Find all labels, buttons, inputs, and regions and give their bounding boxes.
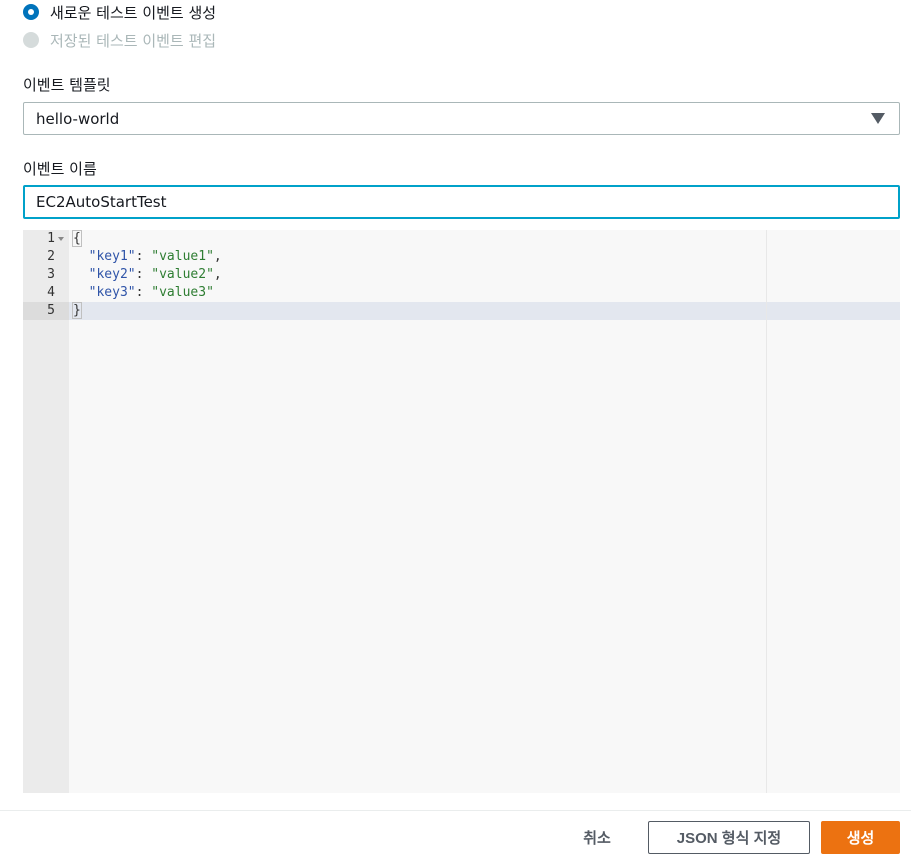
cancel-button[interactable]: 취소	[568, 821, 626, 854]
format-json-button[interactable]: JSON 형식 지정	[648, 821, 810, 854]
test-event-dialog: 새로운 테스트 이벤트 생성 저장된 테스트 이벤트 편집 이벤트 템플릿 he…	[0, 0, 911, 858]
event-name-value: EC2AutoStartTest	[36, 193, 167, 211]
radio-edit-saved-event[interactable]: 저장된 테스트 이벤트 편집	[23, 28, 216, 52]
radio-create-new-event-label: 새로운 테스트 이벤트 생성	[50, 3, 217, 22]
line-number: 3	[47, 267, 55, 282]
json-value: "value1"	[151, 249, 214, 264]
json-comma: ,	[213, 249, 222, 264]
code-line: {	[72, 230, 82, 248]
json-key: "key1"	[88, 249, 136, 264]
code-line: "key2": "value2",	[73, 266, 222, 284]
line-number: 1	[47, 231, 55, 246]
print-margin	[766, 230, 767, 793]
code-line: "key1": "value1",	[73, 248, 222, 266]
json-key: "key2"	[88, 267, 136, 282]
event-template-value: hello-world	[36, 109, 120, 128]
json-separator: :	[135, 267, 152, 282]
event-name-input[interactable]: EC2AutoStartTest	[23, 185, 900, 219]
close-brace: }	[72, 302, 82, 319]
line-number: 2	[47, 249, 55, 264]
json-value: "value2"	[151, 267, 214, 282]
create-button[interactable]: 생성	[821, 821, 900, 854]
event-template-label: 이벤트 템플릿	[23, 76, 111, 94]
fold-toggle-icon[interactable]	[58, 237, 64, 241]
json-code-editor[interactable]: 1 2 3 4 5 { "key1": "value1", "key2": "v…	[23, 230, 900, 793]
footer-divider	[0, 810, 911, 811]
json-comma: ,	[213, 267, 222, 282]
radio-create-new-event[interactable]: 새로운 테스트 이벤트 생성	[23, 0, 216, 24]
json-value: "value3"	[151, 285, 214, 300]
radio-disabled-icon[interactable]	[23, 32, 39, 48]
radio-selected-icon[interactable]	[23, 4, 39, 20]
json-separator: :	[135, 249, 152, 264]
line-number: 4	[47, 285, 55, 300]
code-line: "key3": "value3"	[73, 284, 214, 302]
json-key: "key3"	[88, 285, 136, 300]
active-line-highlight	[23, 302, 900, 320]
caret-down-icon[interactable]	[871, 113, 885, 124]
code-line: }	[72, 302, 82, 320]
open-brace: {	[72, 230, 82, 247]
radio-edit-saved-event-label: 저장된 테스트 이벤트 편집	[50, 31, 217, 50]
json-separator: :	[135, 285, 152, 300]
event-name-label: 이벤트 이름	[23, 160, 97, 178]
event-template-select[interactable]: hello-world	[23, 102, 900, 135]
line-number: 5	[47, 303, 55, 318]
